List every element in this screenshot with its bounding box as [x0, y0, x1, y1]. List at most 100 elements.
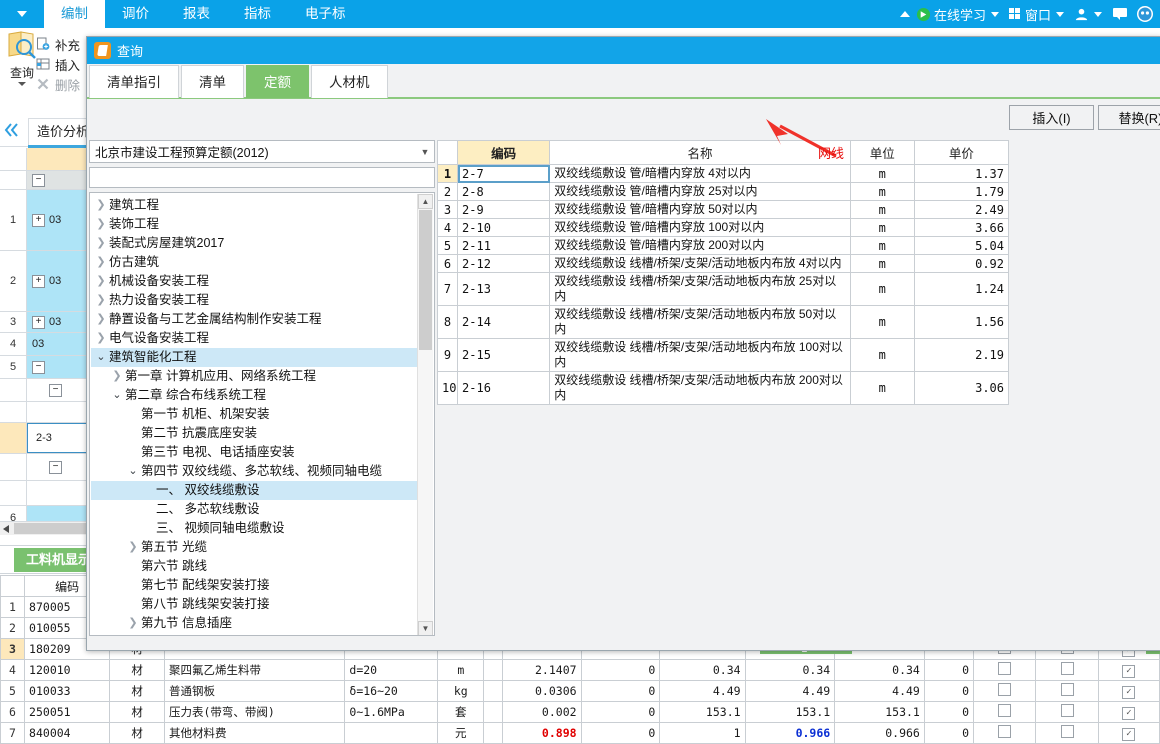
table-row[interactable]: 8 2-14 双绞线缆敷设 线槽/桥架/支架/活动地板内布放 50对以内 m 1…: [437, 305, 1009, 339]
cell-unit[interactable]: m: [849, 254, 915, 273]
cell-qty[interactable]: 0.898: [501, 722, 582, 744]
cell-check3[interactable]: ✓: [1097, 722, 1160, 744]
chevron-right-icon[interactable]: ❯: [93, 272, 109, 291]
chevron-down-icon[interactable]: [1094, 11, 1102, 17]
cell-v3[interactable]: 0.34: [834, 659, 925, 681]
tree-node-selected[interactable]: 一、 双绞线缆敷设: [91, 481, 417, 500]
cell-spec[interactable]: d=20: [344, 659, 439, 681]
expand-toggle[interactable]: +: [32, 213, 45, 227]
cell-name[interactable]: 双绞线缆敷设 线槽/桥架/支架/活动地板内布放 4对以内: [549, 254, 851, 273]
tree-node[interactable]: ❯ 第五节 光缆: [91, 538, 417, 557]
table-row[interactable]: 7 840004 材 其他材料费 元 0.898 0 1 0.966 0.966…: [0, 722, 1160, 744]
checkbox[interactable]: [998, 704, 1012, 717]
cell-price[interactable]: 1.24: [913, 272, 1009, 306]
cell-name[interactable]: 双绞线缆敷设 管/暗槽内穿放 200对以内: [549, 236, 851, 255]
cell-code[interactable]: 2-16: [457, 371, 551, 405]
cell-category[interactable]: 材: [109, 701, 165, 723]
checkbox[interactable]: [998, 683, 1012, 696]
checkbox[interactable]: [998, 662, 1012, 675]
cell-code[interactable]: 010033: [24, 680, 111, 702]
tree-node-selected[interactable]: ⌄ 建筑智能化工程: [91, 348, 417, 367]
expand-toggle[interactable]: +: [32, 315, 45, 329]
tree-node[interactable]: ⌄ 第二章 综合布线系统工程: [91, 386, 417, 405]
cell-check3[interactable]: ✓: [1097, 659, 1160, 681]
cell-category[interactable]: 材: [109, 659, 165, 681]
ribbon-menu-button[interactable]: [0, 0, 44, 28]
definition-results-table[interactable]: 编码 名称 单位 单价 1 2-7 双绞线缆敷设 管/暗槽内穿放 4对以内 m …: [437, 140, 1009, 405]
chevron-right-icon[interactable]: ❯: [93, 310, 109, 329]
tree-node[interactable]: ❯ 热力设备安装工程: [91, 291, 417, 310]
cell-name[interactable]: 双绞线缆敷设 管/暗槽内穿放 25对以内: [549, 182, 851, 201]
expand-toggle[interactable]: +: [32, 274, 45, 288]
cell-check3[interactable]: ✓: [1097, 701, 1160, 723]
chevron-right-icon[interactable]: ❯: [93, 215, 109, 234]
tree-filter-input[interactable]: [89, 167, 435, 188]
cell-z2[interactable]: 0: [923, 680, 975, 702]
cell-code[interactable]: 840004: [24, 722, 111, 744]
cell-v3[interactable]: 4.49: [834, 680, 925, 702]
cell-v2[interactable]: 4.49: [744, 680, 836, 702]
cell-v3[interactable]: 0.966: [834, 722, 925, 744]
table-row[interactable]: 10 2-16 双绞线缆敷设 线槽/桥架/支架/活动地板内布放 200对以内 m…: [437, 371, 1009, 405]
table-row[interactable]: 7 2-13 双绞线缆敷设 线槽/桥架/支架/活动地板内布放 25对以内 m 1…: [437, 272, 1009, 306]
cell-code[interactable]: 2-14: [457, 305, 551, 339]
cell-unit[interactable]: m: [849, 272, 915, 306]
cell-price[interactable]: 1.37: [913, 164, 1009, 183]
tree-node[interactable]: ❯ 第九节 信息插座: [91, 614, 417, 633]
cell-code[interactable]: 2-10: [457, 218, 551, 237]
cell-name[interactable]: 双绞线缆敷设 管/暗槽内穿放 100对以内: [549, 218, 851, 237]
tab-zhibiao[interactable]: 指标: [227, 0, 288, 28]
tab-qingdan-zhiyin[interactable]: 清单指引: [89, 65, 179, 98]
cell-name[interactable]: 双绞线缆敷设 管/暗槽内穿放 4对以内: [549, 164, 851, 183]
tree-node[interactable]: 第八节 跳线架安装打接: [91, 595, 417, 614]
cell-spec[interactable]: δ=16~20: [344, 680, 439, 702]
chevron-right-icon[interactable]: ❯: [109, 367, 125, 386]
checkbox-checked[interactable]: ✓: [1122, 665, 1136, 678]
chevron-right-icon[interactable]: ❯: [93, 253, 109, 272]
cell-code[interactable]: 2-15: [457, 338, 551, 372]
chevron-down-icon[interactable]: ⌄: [93, 348, 109, 367]
message-button[interactable]: [1110, 7, 1130, 21]
cell-unit[interactable]: kg: [437, 680, 485, 702]
dialog-title-bar[interactable]: 查询: [87, 37, 1160, 64]
cell-v2[interactable]: 153.1: [744, 701, 836, 723]
cell-unit[interactable]: m: [437, 659, 485, 681]
cell-spec[interactable]: [344, 722, 439, 744]
chevron-right-icon[interactable]: ❯: [93, 234, 109, 253]
cell-price[interactable]: 1.79: [913, 182, 1009, 201]
checkbox[interactable]: [1060, 704, 1074, 717]
col-code[interactable]: 编码: [457, 140, 551, 165]
cell-name[interactable]: 双绞线缆敷设 线槽/桥架/支架/活动地板内布放 25对以内: [549, 272, 851, 306]
checkbox-checked[interactable]: ✓: [1122, 707, 1136, 720]
cell-qty[interactable]: 0.0306: [501, 680, 582, 702]
chevron-down-icon[interactable]: [990, 11, 999, 17]
col-unit[interactable]: 单位: [849, 140, 915, 165]
cell-check1[interactable]: [973, 701, 1037, 723]
tree-node[interactable]: 第二节 抗震底座安装: [91, 424, 417, 443]
cell-category[interactable]: 材: [109, 722, 165, 744]
tab-qingdan[interactable]: 清单: [181, 65, 244, 98]
cell-code[interactable]: 120010: [24, 659, 111, 681]
tree-node[interactable]: 第三节 电视、电话插座安装: [91, 443, 417, 462]
cell-check2[interactable]: [1035, 659, 1099, 681]
cell-check2[interactable]: [1035, 701, 1099, 723]
cell-v2[interactable]: 0.34: [744, 659, 836, 681]
cell-name[interactable]: 聚四氟乙烯生料带: [163, 659, 346, 681]
cell-v3[interactable]: 153.1: [834, 701, 925, 723]
chevron-right-icon[interactable]: ❯: [125, 538, 141, 557]
cell-unit[interactable]: m: [849, 200, 915, 219]
cell-name[interactable]: 普通钢板: [163, 680, 346, 702]
tree-node[interactable]: 第六节 跳线: [91, 557, 417, 576]
scroll-down-button[interactable]: ▼: [418, 621, 433, 635]
cell-unit[interactable]: 套: [437, 701, 485, 723]
checkbox[interactable]: [1060, 662, 1074, 675]
cell-category[interactable]: 材: [109, 680, 165, 702]
scroll-up-button[interactable]: ▲: [418, 194, 433, 209]
cell-z1[interactable]: 0: [580, 659, 661, 681]
cell-unit[interactable]: m: [849, 164, 915, 183]
cell-v1[interactable]: 153.1: [659, 701, 746, 723]
cell-name[interactable]: 压力表(带弯、带阀): [163, 701, 346, 723]
window-menu-button[interactable]: 窗口: [1007, 5, 1068, 24]
cell-price[interactable]: 5.04: [913, 236, 1009, 255]
table-row[interactable]: 4 120010 材 聚四氟乙烯生料带 d=20 m 2.1407 0 0.34…: [0, 659, 1160, 681]
